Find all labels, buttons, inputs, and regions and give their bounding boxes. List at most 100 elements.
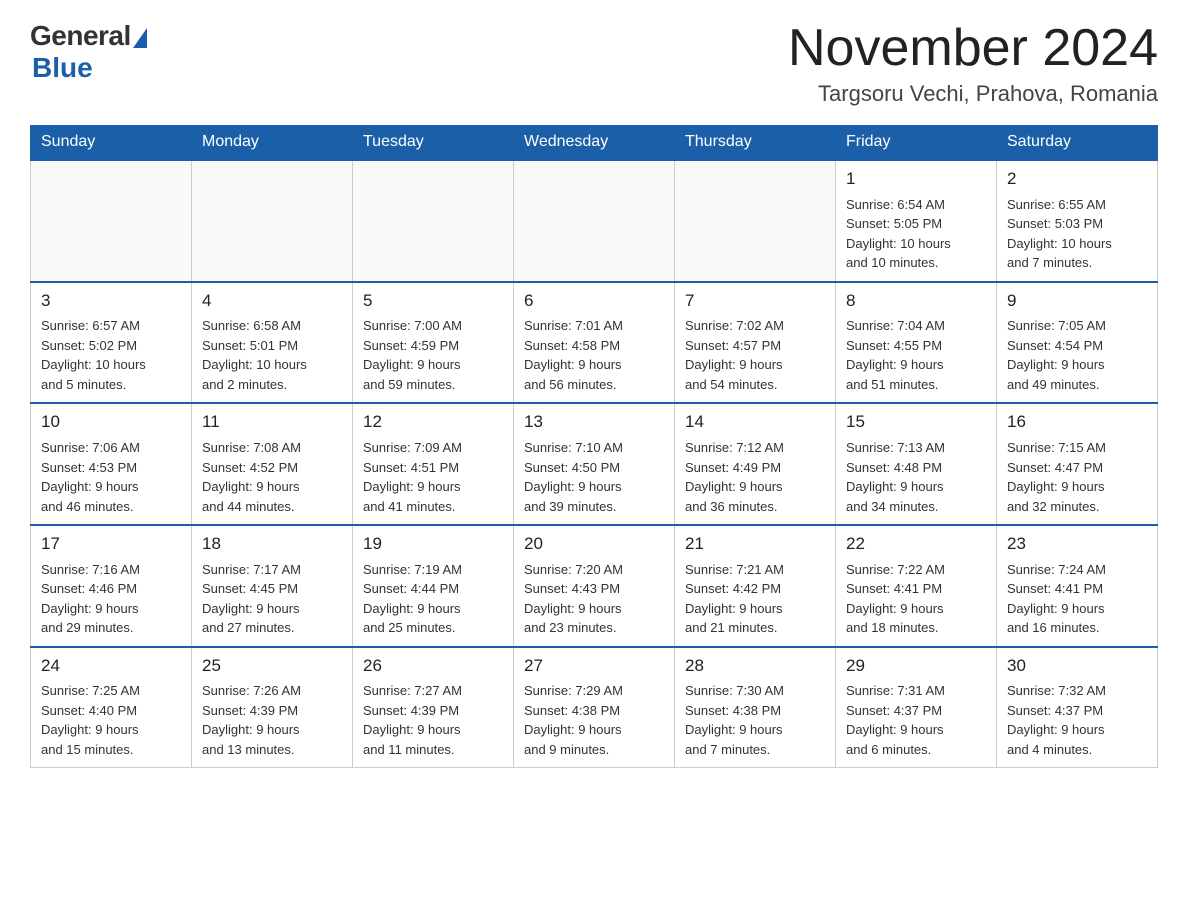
calendar-week-4: 17 Sunrise: 7:16 AMSunset: 4:46 PMDayligh… (31, 525, 1158, 647)
calendar-cell (514, 160, 675, 282)
day-info: Sunrise: 6:58 AMSunset: 5:01 PMDaylight:… (202, 316, 342, 394)
day-info: Sunrise: 6:55 AMSunset: 5:03 PMDaylight:… (1007, 195, 1147, 273)
calendar-week-3: 10 Sunrise: 7:06 AMSunset: 4:53 PMDayligh… (31, 403, 1158, 525)
calendar-cell: 21 Sunrise: 7:21 AMSunset: 4:42 PMDayligh… (675, 525, 836, 647)
day-info: Sunrise: 7:27 AMSunset: 4:39 PMDaylight:… (363, 681, 503, 759)
calendar-header-row: SundayMondayTuesdayWednesdayThursdayFrid… (31, 125, 1158, 160)
page-header: General Blue November 2024 Targsoru Vech… (30, 20, 1158, 107)
calendar-cell (353, 160, 514, 282)
calendar-cell: 27Sunrise: 7:29 AMSunset: 4:38 PMDayligh… (514, 647, 675, 768)
day-number: 20 (524, 532, 664, 557)
day-info: Sunrise: 7:32 AMSunset: 4:37 PMDaylight:… (1007, 681, 1147, 759)
day-number: 26 (363, 654, 503, 679)
day-number: 23 (1007, 532, 1147, 557)
day-number: 12 (363, 410, 503, 435)
calendar-header-wednesday: Wednesday (514, 125, 675, 160)
day-number: 3 (41, 289, 181, 314)
day-info: Sunrise: 7:06 AMSunset: 4:53 PMDaylight:… (41, 438, 181, 516)
calendar-week-1: 1Sunrise: 6:54 AMSunset: 5:05 PMDaylight… (31, 160, 1158, 282)
calendar-cell: 13Sunrise: 7:10 AMSunset: 4:50 PMDayligh… (514, 403, 675, 525)
calendar-cell (192, 160, 353, 282)
day-info: Sunrise: 7:02 AMSunset: 4:57 PMDaylight:… (685, 316, 825, 394)
calendar-cell: 18 Sunrise: 7:17 AMSunset: 4:45 PMDayligh… (192, 525, 353, 647)
calendar-cell: 15 Sunrise: 7:13 AMSunset: 4:48 PMDayligh… (836, 403, 997, 525)
calendar-cell: 1Sunrise: 6:54 AMSunset: 5:05 PMDaylight… (836, 160, 997, 282)
day-number: 30 (1007, 654, 1147, 679)
day-number: 7 (685, 289, 825, 314)
day-info: Sunrise: 7:26 AMSunset: 4:39 PMDaylight:… (202, 681, 342, 759)
day-info: Sunrise: 7:01 AMSunset: 4:58 PMDaylight:… (524, 316, 664, 394)
day-info: Sunrise: 7:04 AMSunset: 4:55 PMDaylight:… (846, 316, 986, 394)
day-number: 21 (685, 532, 825, 557)
day-number: 13 (524, 410, 664, 435)
calendar-cell: 28Sunrise: 7:30 AMSunset: 4:38 PMDayligh… (675, 647, 836, 768)
calendar-cell: 17 Sunrise: 7:16 AMSunset: 4:46 PMDayligh… (31, 525, 192, 647)
day-info: Sunrise: 7:19 AMSunset: 4:44 PMDaylight:… (363, 560, 503, 638)
day-number: 18 (202, 532, 342, 557)
calendar-cell: 6Sunrise: 7:01 AMSunset: 4:58 PMDaylight… (514, 282, 675, 404)
day-number: 5 (363, 289, 503, 314)
calendar-header-monday: Monday (192, 125, 353, 160)
calendar-cell: 10 Sunrise: 7:06 AMSunset: 4:53 PMDayligh… (31, 403, 192, 525)
calendar-cell: 20 Sunrise: 7:20 AMSunset: 4:43 PMDayligh… (514, 525, 675, 647)
day-number: 11 (202, 410, 342, 435)
day-info: Sunrise: 7:00 AMSunset: 4:59 PMDaylight:… (363, 316, 503, 394)
calendar-cell: 29Sunrise: 7:31 AMSunset: 4:37 PMDayligh… (836, 647, 997, 768)
calendar-cell: 9Sunrise: 7:05 AMSunset: 4:54 PMDaylight… (997, 282, 1158, 404)
calendar-cell: 26Sunrise: 7:27 AMSunset: 4:39 PMDayligh… (353, 647, 514, 768)
day-number: 9 (1007, 289, 1147, 314)
location-title: Targsoru Vechi, Prahova, Romania (788, 81, 1158, 107)
calendar-header-friday: Friday (836, 125, 997, 160)
calendar-cell: 19 Sunrise: 7:19 AMSunset: 4:44 PMDayligh… (353, 525, 514, 647)
month-title: November 2024 (788, 20, 1158, 77)
day-number: 22 (846, 532, 986, 557)
day-info: Sunrise: 6:54 AMSunset: 5:05 PMDaylight:… (846, 195, 986, 273)
day-info: Sunrise: 7:20 AMSunset: 4:43 PMDaylight:… (524, 560, 664, 638)
calendar-header-sunday: Sunday (31, 125, 192, 160)
calendar-header-tuesday: Tuesday (353, 125, 514, 160)
calendar-week-2: 3Sunrise: 6:57 AMSunset: 5:02 PMDaylight… (31, 282, 1158, 404)
calendar-cell: 25Sunrise: 7:26 AMSunset: 4:39 PMDayligh… (192, 647, 353, 768)
day-number: 19 (363, 532, 503, 557)
title-section: November 2024 Targsoru Vechi, Prahova, R… (788, 20, 1158, 107)
day-info: Sunrise: 7:09 AMSunset: 4:51 PMDaylight:… (363, 438, 503, 516)
day-number: 29 (846, 654, 986, 679)
logo-general-text: General (30, 20, 131, 52)
day-number: 24 (41, 654, 181, 679)
day-number: 10 (41, 410, 181, 435)
calendar-header-thursday: Thursday (675, 125, 836, 160)
day-number: 4 (202, 289, 342, 314)
calendar-cell: 14Sunrise: 7:12 AMSunset: 4:49 PMDayligh… (675, 403, 836, 525)
calendar-table: SundayMondayTuesdayWednesdayThursdayFrid… (30, 125, 1158, 768)
day-number: 15 (846, 410, 986, 435)
day-number: 2 (1007, 167, 1147, 192)
day-number: 17 (41, 532, 181, 557)
day-info: Sunrise: 7:13 AMSunset: 4:48 PMDaylight:… (846, 438, 986, 516)
day-number: 16 (1007, 410, 1147, 435)
day-info: Sunrise: 7:15 AMSunset: 4:47 PMDaylight:… (1007, 438, 1147, 516)
day-info: Sunrise: 7:21 AMSunset: 4:42 PMDaylight:… (685, 560, 825, 638)
day-info: Sunrise: 7:25 AMSunset: 4:40 PMDaylight:… (41, 681, 181, 759)
calendar-week-5: 24Sunrise: 7:25 AMSunset: 4:40 PMDayligh… (31, 647, 1158, 768)
calendar-cell (31, 160, 192, 282)
day-info: Sunrise: 7:24 AMSunset: 4:41 PMDaylight:… (1007, 560, 1147, 638)
day-number: 27 (524, 654, 664, 679)
day-number: 6 (524, 289, 664, 314)
day-number: 8 (846, 289, 986, 314)
calendar-cell (675, 160, 836, 282)
calendar-cell: 8Sunrise: 7:04 AMSunset: 4:55 PMDaylight… (836, 282, 997, 404)
day-info: Sunrise: 6:57 AMSunset: 5:02 PMDaylight:… (41, 316, 181, 394)
day-info: Sunrise: 7:12 AMSunset: 4:49 PMDaylight:… (685, 438, 825, 516)
day-info: Sunrise: 7:08 AMSunset: 4:52 PMDaylight:… (202, 438, 342, 516)
calendar-cell: 2 Sunrise: 6:55 AMSunset: 5:03 PMDaylight… (997, 160, 1158, 282)
calendar-header-saturday: Saturday (997, 125, 1158, 160)
calendar-cell: 23 Sunrise: 7:24 AMSunset: 4:41 PMDayligh… (997, 525, 1158, 647)
calendar-cell: 5Sunrise: 7:00 AMSunset: 4:59 PMDaylight… (353, 282, 514, 404)
day-info: Sunrise: 7:31 AMSunset: 4:37 PMDaylight:… (846, 681, 986, 759)
day-info: Sunrise: 7:16 AMSunset: 4:46 PMDaylight:… (41, 560, 181, 638)
calendar-cell: 4Sunrise: 6:58 AMSunset: 5:01 PMDaylight… (192, 282, 353, 404)
day-info: Sunrise: 7:17 AMSunset: 4:45 PMDaylight:… (202, 560, 342, 638)
calendar-cell: 16 Sunrise: 7:15 AMSunset: 4:47 PMDayligh… (997, 403, 1158, 525)
day-info: Sunrise: 7:05 AMSunset: 4:54 PMDaylight:… (1007, 316, 1147, 394)
calendar-cell: 11 Sunrise: 7:08 AMSunset: 4:52 PMDayligh… (192, 403, 353, 525)
